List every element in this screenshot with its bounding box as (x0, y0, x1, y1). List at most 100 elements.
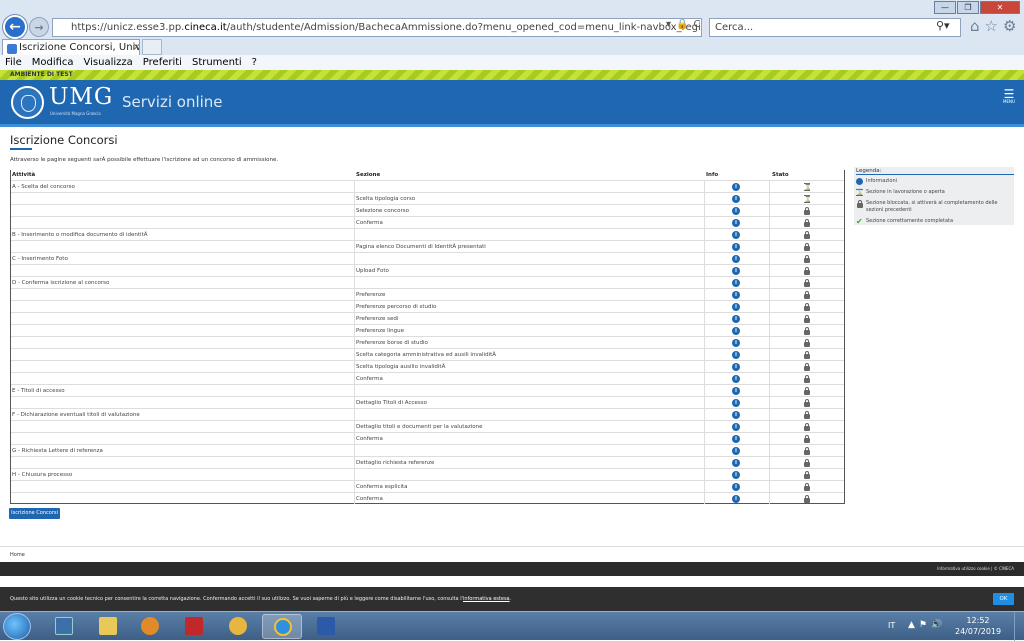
clock-date: 24/07/2019 (955, 627, 1002, 636)
table-row: Scelta tipologia ausilio invaliditÃ i (11, 360, 844, 372)
home-link[interactable]: Home (10, 552, 25, 558)
column-divider (354, 469, 355, 480)
info-icon[interactable]: i (732, 303, 740, 311)
taskbar-app-word[interactable] (306, 614, 346, 639)
lock-icon (803, 302, 811, 311)
column-divider (354, 361, 355, 372)
column-divider (769, 469, 770, 480)
minimize-button[interactable]: — (934, 1, 956, 14)
taskbar-app-computer[interactable] (44, 614, 84, 639)
column-divider (704, 313, 705, 324)
info-icon[interactable]: i (732, 207, 740, 215)
info-icon[interactable]: i (732, 375, 740, 383)
info-icon[interactable]: i (732, 387, 740, 395)
system-tray-icons[interactable]: ▲⚑🔊 (908, 620, 946, 630)
column-divider (354, 241, 355, 252)
info-icon[interactable]: i (732, 243, 740, 251)
clock[interactable]: 12:52 24/07/2019 (955, 615, 1001, 637)
info-icon[interactable]: i (732, 363, 740, 371)
menu-help[interactable]: ? (247, 55, 262, 70)
info-icon[interactable]: i (732, 459, 740, 467)
info-icon[interactable]: i (732, 423, 740, 431)
info-icon[interactable]: i (732, 231, 740, 239)
column-divider (769, 301, 770, 312)
column-divider (704, 217, 705, 228)
iscrizione-concorsi-button[interactable]: Iscrizione Concorsi (9, 508, 60, 519)
maximize-button[interactable]: ❐ (957, 1, 979, 14)
column-divider (704, 493, 705, 504)
forward-button[interactable]: → (29, 17, 49, 37)
taskbar-app-ie[interactable] (262, 614, 302, 639)
cookie-policy-link[interactable]: informativa estesa (463, 596, 510, 602)
column-divider (769, 373, 770, 384)
taskbar-app-outlook[interactable] (218, 614, 258, 639)
lock-shape (804, 483, 810, 491)
info-icon[interactable]: i (732, 483, 740, 491)
info-icon[interactable]: i (732, 291, 740, 299)
lock-icon (803, 386, 811, 395)
new-tab-button[interactable] (142, 39, 162, 55)
info-icon[interactable]: i (732, 339, 740, 347)
table-row: Conferma i (11, 492, 844, 504)
show-desktop-button[interactable] (1014, 612, 1024, 641)
tab-iscrizione-concorsi[interactable]: Iscrizione Concorsi, Univers... ✕ (2, 39, 140, 55)
column-divider (354, 493, 355, 504)
info-icon[interactable]: i (732, 471, 740, 479)
lock-shape (804, 231, 810, 239)
browser-toolbar-icons[interactable]: ⌂☆⚙ (970, 17, 1021, 35)
address-bar[interactable]: https://unicz.esse3.pp.cineca.it/auth/st… (52, 18, 702, 37)
cookie-ok-button[interactable]: OK (993, 593, 1014, 605)
table-row: Dettaglio richiesta referenze i (11, 456, 844, 468)
close-window-button[interactable]: ✕ (980, 1, 1020, 14)
section-cell: Conferma (356, 220, 383, 226)
info-icon[interactable]: i (732, 255, 740, 263)
column-divider (354, 313, 355, 324)
menu-preferiti[interactable]: Preferiti (138, 55, 187, 70)
table-row: Selezione concorso i (11, 204, 844, 216)
logo-text[interactable]: UMG (49, 84, 113, 110)
lock-shape (804, 219, 810, 227)
taskbar-app-media[interactable] (130, 614, 170, 639)
lock-shape (804, 411, 810, 419)
menu-file[interactable]: File (0, 55, 27, 70)
info-icon[interactable]: i (732, 267, 740, 275)
column-divider (704, 325, 705, 336)
menu-modifica[interactable]: Modifica (27, 55, 79, 70)
info-icon[interactable]: i (732, 183, 740, 191)
footer-links[interactable]: Informativa utilizzo cookie | © CINECA (937, 566, 1014, 571)
info-icon[interactable]: i (732, 435, 740, 443)
info-icon[interactable]: i (732, 351, 740, 359)
menu-strumenti[interactable]: Strumenti (187, 55, 247, 70)
search-icon[interactable]: ⚲▾ (936, 19, 950, 32)
info-icon[interactable]: i (732, 495, 740, 503)
close-tab-icon[interactable]: ✕ (133, 41, 139, 55)
info-icon[interactable]: i (732, 411, 740, 419)
lock-shape (804, 255, 810, 263)
taskbar-app-acrobat[interactable] (174, 614, 214, 639)
lock-icon (803, 362, 811, 371)
section-cell: Preferenze percorso di studio (356, 304, 437, 310)
column-divider (704, 433, 705, 444)
activity-cell: B - Inserimento o modifica documento di … (12, 232, 148, 238)
info-icon[interactable]: i (732, 279, 740, 287)
lock-shape (804, 267, 810, 275)
info-icon[interactable]: i (732, 447, 740, 455)
info-icon[interactable]: i (732, 219, 740, 227)
university-seal-icon[interactable] (11, 86, 44, 119)
column-divider (704, 193, 705, 204)
start-button[interactable] (3, 613, 31, 640)
menu-visualizza[interactable]: Visualizza (79, 55, 138, 70)
table-row: C - Inserimento Foto i (11, 252, 844, 264)
info-icon[interactable]: i (732, 327, 740, 335)
info-icon[interactable]: i (732, 399, 740, 407)
search-box[interactable]: Cerca... (709, 18, 961, 37)
info-icon[interactable]: i (732, 315, 740, 323)
taskbar-app-explorer[interactable] (88, 614, 128, 639)
address-tools[interactable]: ▾🔒C (666, 19, 705, 30)
lock-shape (804, 435, 810, 443)
back-button[interactable]: ← (3, 15, 27, 39)
hamburger-menu-button[interactable]: ☰ MENU (1003, 88, 1015, 104)
language-indicator[interactable]: IT (888, 621, 895, 630)
column-divider (354, 325, 355, 336)
info-icon[interactable]: i (732, 195, 740, 203)
